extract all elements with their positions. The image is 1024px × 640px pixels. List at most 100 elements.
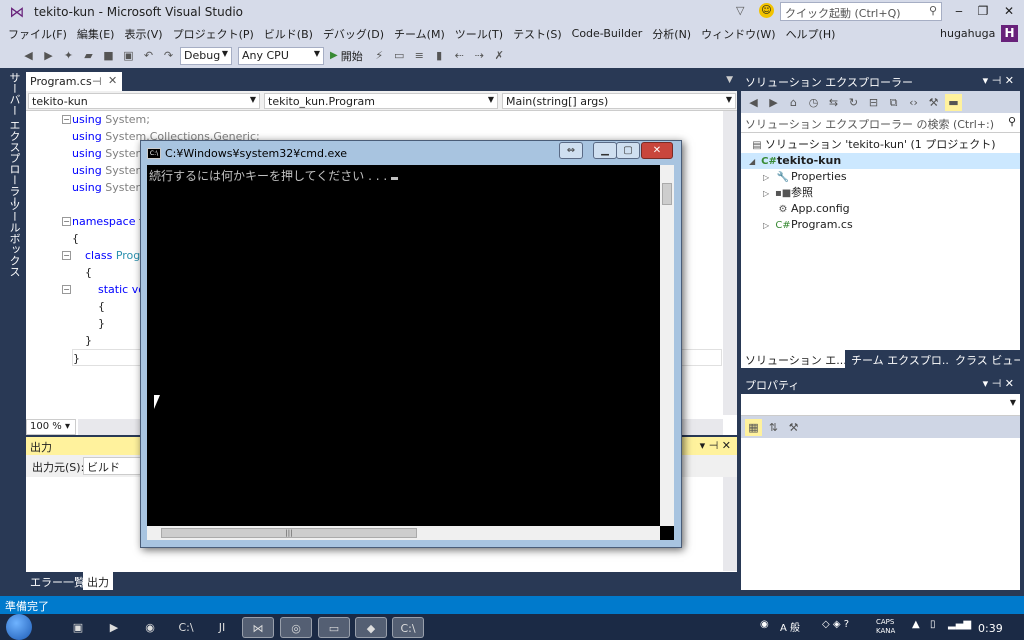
tray-icons[interactable]: ◇ ◈ ? [822, 619, 849, 630]
menu-code-builder[interactable]: Code-Builder [570, 27, 651, 40]
pin-icon[interactable]: ⊣ [92, 75, 102, 88]
menu-team[interactable]: チーム(M) [392, 26, 453, 42]
menu-view[interactable]: 表示(V) [122, 26, 170, 42]
sync-icon[interactable]: ⇆ [825, 94, 842, 111]
menu-debug[interactable]: デバッグ(D) [321, 26, 392, 42]
scroll-thumb[interactable] [662, 183, 672, 205]
output-vertical-scrollbar[interactable] [723, 477, 737, 571]
cmd-horizontal-scrollbar[interactable]: ||| [147, 526, 660, 540]
browser-link-icon[interactable]: ⚡ [371, 47, 388, 64]
cmd-close-button[interactable]: ✕ [641, 142, 673, 159]
taskbar-jetbrains-icon[interactable]: JI [206, 617, 238, 638]
new-project-icon[interactable]: ✦ [60, 47, 77, 64]
panel-controls[interactable]: ▾ ⊣ ✕ [983, 74, 1014, 87]
minimize-button[interactable]: ‒ [947, 3, 971, 20]
cmd-title-bar[interactable]: C:\ C:¥Windows¥system32¥cmd.exe ⇔ ▁ ▢ ✕ [141, 141, 681, 165]
panel-controls[interactable]: ▾ ⊣ ✕ [700, 439, 731, 452]
editor-vertical-scrollbar[interactable] [723, 111, 737, 415]
menu-project[interactable]: プロジェクト(P) [171, 26, 262, 42]
properties-object-select[interactable]: ▼ [741, 394, 1020, 416]
back-icon[interactable]: ◀ [745, 94, 762, 111]
show-all-files-icon[interactable]: ⧉ [885, 94, 902, 111]
battery-icon[interactable]: ▯ [930, 619, 936, 630]
avatar[interactable]: H [1001, 25, 1018, 42]
bookmark-prev-icon[interactable]: ⇠ [451, 47, 468, 64]
ime-indicator[interactable]: A 般 [780, 619, 800, 634]
taskbar-console-icon[interactable]: C:\ [170, 617, 202, 638]
start-button[interactable]: ▶ 開始 [330, 48, 363, 64]
open-folder-icon[interactable]: ▰ [80, 47, 97, 64]
quick-launch-input[interactable]: クイック起動 (Ctrl+Q) ⚲ [780, 2, 942, 21]
tree-item-app-config[interactable]: ⚙ App.config [775, 201, 850, 217]
tab-team-explorer[interactable]: チーム エクスプロ... [847, 350, 949, 368]
tree-solution[interactable]: ▤ ソリューション 'tekito-kun' (1 プロジェクト) [749, 137, 995, 153]
refresh-icon[interactable]: ↻ [845, 94, 862, 111]
expanded-icon[interactable]: ◢ [749, 154, 761, 170]
menu-window[interactable]: ウィンドウ(W) [699, 26, 783, 42]
taskbar-visual-studio-icon[interactable]: ⋈ [242, 617, 274, 638]
platform-select[interactable]: Any CPU ▼ [238, 46, 324, 65]
collapse-icon[interactable]: − [62, 251, 71, 260]
solution-search-input[interactable]: ソリューション エクスプローラー の検索 (Ctrl+:) ⚲ [741, 113, 1020, 133]
zoom-select[interactable]: 100 % ▾ [26, 419, 76, 435]
tree-item-properties[interactable]: ▷ 🔧 Properties [763, 169, 847, 185]
property-pages-icon[interactable]: ⚒ [785, 419, 802, 436]
cmd-maximize-button[interactable]: ▢ [616, 142, 640, 159]
toolbox-tab[interactable]: ツールボックス [6, 200, 22, 277]
taskbar-chrome-icon[interactable]: ◎ [280, 617, 312, 638]
member-nav-select[interactable]: Main(string[] args) ▼ [502, 93, 736, 109]
redo-icon[interactable]: ↷ [160, 47, 177, 64]
undo-icon[interactable]: ↶ [140, 47, 157, 64]
taskbar-cmd-icon[interactable]: C:\ [392, 617, 424, 638]
close-tab-icon[interactable]: ✕ [108, 74, 117, 87]
forward-icon[interactable]: ▶ [765, 94, 782, 111]
notification-filter-icon[interactable]: ▽ [736, 4, 744, 17]
cmd-minimize-button[interactable]: ▁ [593, 142, 617, 159]
cmd-window[interactable]: C:\ C:¥Windows¥system32¥cmd.exe ⇔ ▁ ▢ ✕ … [140, 140, 682, 548]
home-icon[interactable]: ⌂ [785, 94, 802, 111]
panel-controls[interactable]: ▾ ⊣ ✕ [983, 377, 1014, 390]
menu-build[interactable]: ビルド(B) [262, 26, 321, 42]
tab-error-list[interactable]: エラー一覧 [26, 572, 89, 590]
history-icon[interactable]: ◷ [805, 94, 822, 111]
clock[interactable]: 0:39 [978, 622, 1003, 635]
tab-solution-explorer[interactable]: ソリューション エ... [741, 350, 845, 368]
save-icon[interactable]: ■ [100, 47, 117, 64]
collapsed-icon[interactable]: ▷ [763, 170, 775, 186]
taskbar-folder-icon[interactable]: ▭ [318, 617, 350, 638]
taskbar-media-icon[interactable]: ▶ [98, 617, 130, 638]
taskbar-firefox-icon[interactable]: ◉ [134, 617, 166, 638]
user-name[interactable]: hugahuga [940, 27, 995, 40]
tree-project[interactable]: ◢ C#tekito-kun [749, 153, 841, 169]
feedback-smiley-icon[interactable]: ☺ [759, 3, 774, 18]
find-icon[interactable]: ▭ [391, 47, 408, 64]
collapse-icon[interactable]: − [62, 217, 71, 226]
configuration-select[interactable]: Debug ▼ [180, 46, 232, 65]
tree-item-program-cs[interactable]: ▷ C#Program.cs [763, 217, 853, 233]
menu-test[interactable]: テスト(S) [511, 26, 570, 42]
collapse-all-icon[interactable]: ⊟ [865, 94, 882, 111]
network-icon[interactable]: ▂▄▆ [948, 619, 971, 630]
tab-class-view[interactable]: クラス ビュー [951, 350, 1020, 368]
bookmark-icon[interactable]: ▮ [431, 47, 448, 64]
console-output[interactable]: 続行するには何かキーを押してください . . . ||| [147, 165, 674, 540]
server-explorer-tab[interactable]: サーバー エクスプローラー [6, 72, 22, 208]
menu-file[interactable]: ファイル(F) [6, 26, 75, 42]
bookmark-clear-icon[interactable]: ✗ [491, 47, 508, 64]
windows-start-button[interactable] [6, 614, 32, 640]
save-all-icon[interactable]: ▣ [120, 47, 137, 64]
taskbar-explorer-icon[interactable]: ▣ [62, 617, 94, 638]
scroll-thumb[interactable]: ||| [161, 528, 417, 538]
tab-program-cs[interactable]: Program.cs ⊣ ✕ [26, 72, 122, 91]
restore-button[interactable]: ❐ [971, 3, 995, 20]
collapse-icon[interactable]: − [62, 285, 71, 294]
properties-icon[interactable]: ⚒ [925, 94, 942, 111]
class-nav-select[interactable]: tekito_kun.Program ▼ [264, 93, 498, 109]
taskbar-app-icon[interactable]: ◆ [355, 617, 387, 638]
menu-help[interactable]: ヘルプ(H) [784, 26, 844, 42]
show-hidden-icons-icon[interactable]: ▲ [912, 619, 920, 630]
project-nav-select[interactable]: tekito-kun ▼ [28, 93, 260, 109]
alphabetical-icon[interactable]: ⇅ [765, 419, 782, 436]
comment-icon[interactable]: ≡ [411, 47, 428, 64]
menu-edit[interactable]: 編集(E) [75, 26, 123, 42]
